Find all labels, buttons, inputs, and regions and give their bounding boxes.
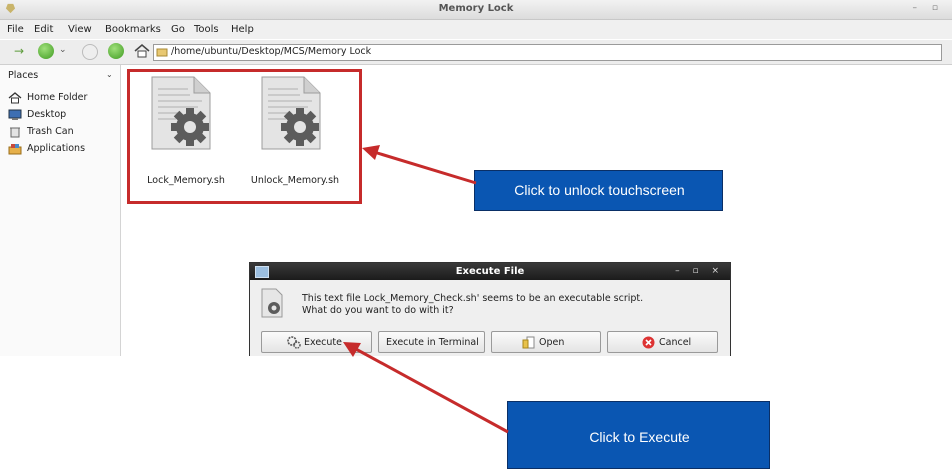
callout-unlock: Click to unlock touchscreen	[474, 170, 723, 211]
stop-icon[interactable]	[82, 44, 98, 60]
sidebar-item-label: Trash Can	[27, 126, 74, 137]
dialog-title: Execute File	[455, 266, 525, 277]
menu-bar: File Edit View Bookmarks Go Tools Help	[0, 20, 952, 39]
sidebar-item-label: Home Folder	[27, 92, 88, 103]
applications-icon	[8, 144, 22, 155]
toolbar: → ⌄ /home/ubuntu/Desktop/MCS/Memory Lock	[0, 40, 952, 65]
sidebar-item-label: Desktop	[27, 109, 67, 120]
callout-execute: Click to Execute	[507, 401, 770, 469]
home-icon[interactable]	[134, 44, 150, 58]
open-file-icon	[522, 336, 535, 349]
back-icon[interactable]	[38, 43, 54, 59]
open-button[interactable]: Open	[491, 331, 601, 353]
dialog-message: This text file Lock_Memory_Check.sh' see…	[302, 293, 722, 317]
cancel-button[interactable]: Cancel	[607, 331, 718, 353]
open-button-label: Open	[539, 337, 565, 348]
forward-icon[interactable]	[108, 43, 124, 59]
gears-icon	[287, 336, 301, 349]
location-bar[interactable]: /home/ubuntu/Desktop/MCS/Memory Lock	[153, 44, 942, 61]
execute-in-terminal-label: Execute in Terminal	[386, 337, 479, 348]
forward-small-icon[interactable]: →	[14, 44, 24, 58]
execute-in-terminal-button[interactable]: Execute in Terminal	[378, 331, 485, 353]
home-icon	[8, 92, 22, 104]
sidebar: Places ⌄ Home Folder Desktop Trash Can A…	[0, 65, 121, 356]
trash-icon	[10, 127, 20, 138]
menu-file[interactable]: File	[7, 24, 24, 35]
execute-button-label: Execute	[304, 337, 342, 348]
script-file-icon	[261, 288, 283, 318]
chevron-down-icon[interactable]: ⌄	[59, 45, 67, 55]
folder-icon	[156, 48, 168, 57]
sidebar-item-label: Applications	[27, 143, 86, 154]
cancel-button-label: Cancel	[659, 337, 692, 348]
sidebar-item-applications[interactable]: Applications	[8, 141, 118, 157]
sidebar-item-trash-can[interactable]: Trash Can	[8, 124, 118, 140]
sidebar-item-home-folder[interactable]: Home Folder	[8, 90, 118, 106]
callout-text: Click to unlock touchscreen	[514, 182, 685, 198]
sidebar-item-desktop[interactable]: Desktop	[8, 107, 118, 123]
title-bar[interactable]: Memory Lock – ▫	[0, 0, 952, 20]
dialog-message-line: This text file Lock_Memory_Check.sh' see…	[302, 293, 644, 304]
cancel-icon	[642, 336, 655, 349]
dialog-title-bar[interactable]: Execute File – ▫ ×	[250, 263, 730, 280]
execute-button[interactable]: Execute	[261, 331, 372, 353]
highlight-box	[127, 69, 362, 204]
menu-edit[interactable]: Edit	[34, 24, 53, 35]
dialog-window-controls[interactable]: – ▫ ×	[675, 266, 724, 276]
menu-help[interactable]: Help	[231, 24, 254, 35]
location-path: /home/ubuntu/Desktop/MCS/Memory Lock	[171, 46, 372, 57]
sidebar-header: Places	[8, 70, 39, 81]
execute-file-dialog: Execute File – ▫ × This text file Lock_M…	[249, 262, 731, 356]
chevron-down-icon[interactable]: ⌄	[106, 70, 113, 79]
menu-view[interactable]: View	[68, 24, 92, 35]
dialog-message-line: What do you want to do with it?	[302, 305, 454, 316]
menu-bookmarks[interactable]: Bookmarks	[105, 24, 161, 35]
menu-tools[interactable]: Tools	[194, 24, 219, 35]
desktop-icon	[8, 109, 22, 120]
menu-go[interactable]: Go	[171, 24, 185, 35]
callout-text: Click to Execute	[589, 429, 690, 445]
window-controls[interactable]: – ▫	[913, 3, 944, 13]
window-title: Memory Lock	[438, 3, 514, 14]
